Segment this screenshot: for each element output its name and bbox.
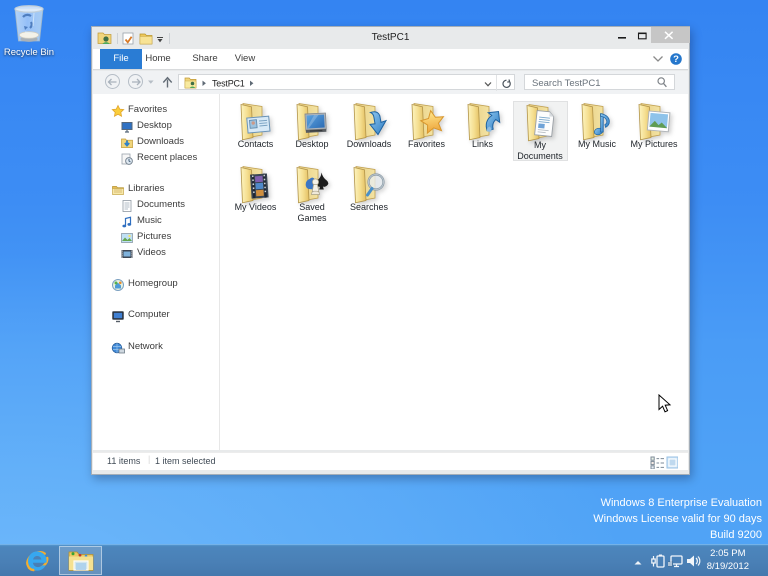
svg-text:TestPC1: TestPC1 bbox=[212, 78, 245, 88]
svg-text:?: ? bbox=[673, 54, 679, 65]
